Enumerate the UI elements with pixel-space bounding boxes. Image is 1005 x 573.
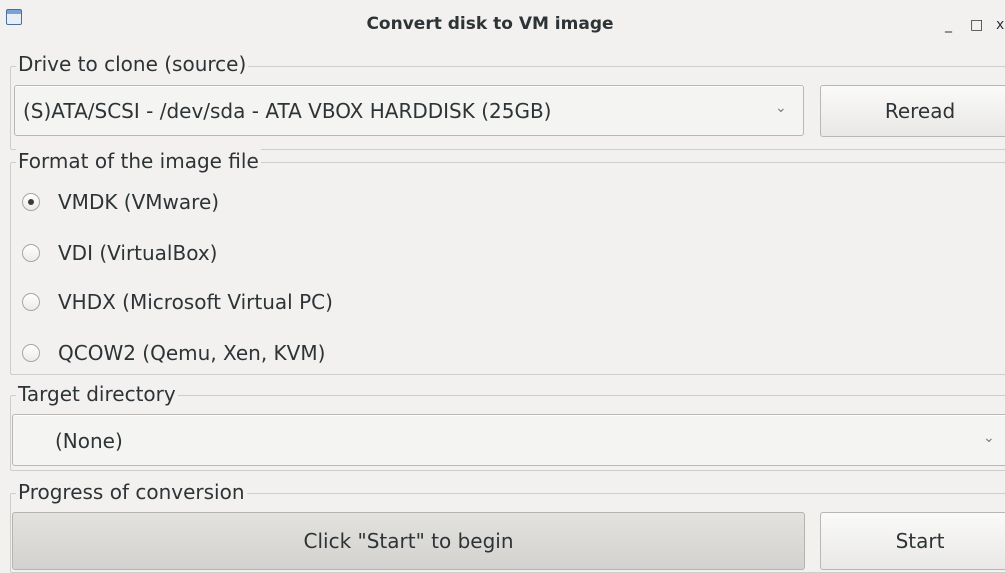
chevron-down-icon: ⌄ (775, 100, 787, 116)
radio-vdi[interactable]: VDI (VirtualBox) (22, 238, 217, 268)
radio-label: VMDK (VMware) (58, 190, 220, 214)
target-directory-combobox[interactable]: (None) ⌄ (12, 414, 1005, 466)
radio-button[interactable] (22, 193, 40, 211)
radio-label: VDI (VirtualBox) (58, 241, 218, 265)
window-title: Convert disk to VM image (366, 14, 614, 34)
radio-label: VHDX (Microsoft Virtual PC) (58, 290, 333, 314)
progress-legend: Progress of conversion (16, 480, 247, 504)
drive-combobox[interactable]: (S)ATA/SCSI - /dev/sda - ATA VBOX HARDDI… (14, 85, 804, 136)
radio-button[interactable] (22, 344, 40, 362)
conversion-progress-bar: Click "Start" to begin (12, 512, 805, 570)
drive-combobox-value: (S)ATA/SCSI - /dev/sda - ATA VBOX HARDDI… (23, 99, 552, 123)
maximize-button[interactable]: □ (970, 18, 983, 32)
radio-vhdx[interactable]: VHDX (Microsoft Virtual PC) (22, 287, 333, 317)
target-legend: Target directory (16, 382, 178, 406)
radio-qcow2[interactable]: QCOW2 (Qemu, Xen, KVM) (22, 338, 325, 368)
radio-button[interactable] (22, 293, 40, 311)
radio-vmdk[interactable]: VMDK (VMware) (22, 187, 219, 217)
reread-button[interactable]: Reread (820, 85, 1005, 137)
close-button[interactable]: x (996, 18, 1004, 32)
radio-label: QCOW2 (Qemu, Xen, KVM) (58, 341, 326, 365)
start-button[interactable]: Start (820, 512, 1005, 570)
format-legend: Format of the image file (16, 149, 261, 173)
radio-button[interactable] (22, 244, 40, 262)
chevron-down-icon: ⌄ (983, 430, 995, 446)
minimize-button[interactable]: _ (945, 18, 952, 32)
target-directory-value: (None) (55, 429, 123, 453)
title-bar: Convert disk to VM image _ □ x (0, 0, 1005, 46)
source-legend: Drive to clone (source) (16, 52, 249, 76)
